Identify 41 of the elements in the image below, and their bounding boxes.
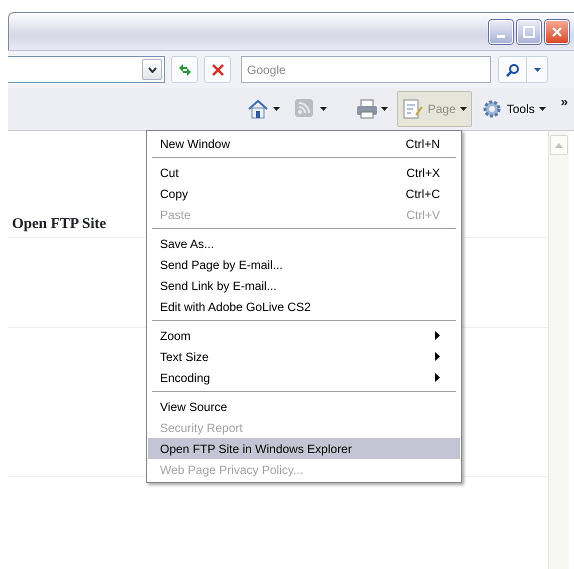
maximize-icon	[523, 26, 535, 38]
home-icon	[246, 98, 269, 120]
minimize-button[interactable]	[489, 20, 513, 44]
shortcut-text: Ctrl+V	[406, 206, 440, 224]
menu-item[interactable]: Send Link by E-mail...	[148, 275, 460, 296]
menu-item[interactable]: Text Size	[148, 346, 460, 367]
feed-icon	[294, 98, 316, 120]
menu-item[interactable]: Send Page by E-mail...	[148, 254, 460, 275]
caret-icon	[555, 142, 563, 148]
search-icon	[506, 62, 520, 76]
tools-menu-button[interactable]: Tools	[476, 91, 551, 127]
close-icon	[210, 62, 224, 76]
page-icon	[402, 98, 424, 120]
address-field[interactable]	[8, 56, 165, 83]
menu-item[interactable]: Edit with Adobe GoLive CS2	[148, 296, 460, 317]
search-field[interactable]: Google	[241, 56, 491, 83]
menu-item[interactable]: View Source	[148, 396, 460, 417]
refresh-button[interactable]	[171, 56, 198, 83]
menu-item[interactable]: Encoding	[148, 367, 460, 388]
menu-item[interactable]: Save As...	[148, 233, 460, 254]
menu-item[interactable]: New Window Ctrl+N	[148, 133, 460, 154]
printer-icon	[354, 98, 377, 120]
shortcut-text: Ctrl+N	[406, 136, 440, 152]
shortcut-text: Ctrl+X	[406, 164, 440, 182]
address-dropdown-button[interactable]	[142, 59, 162, 80]
menu-item[interactable]: Cut Ctrl+X	[148, 162, 460, 183]
minimize-icon	[497, 34, 505, 38]
close-button[interactable]	[545, 20, 569, 44]
gear-icon	[480, 98, 503, 120]
arrows-icon	[176, 62, 192, 76]
menu-item[interactable]: Copy Ctrl+C	[148, 183, 460, 204]
chevron-icon	[148, 66, 156, 72]
menu-item[interactable]: Zoom	[148, 325, 460, 346]
overflow-chevron[interactable]: »	[560, 92, 568, 112]
shortcut-text: Ctrl+C	[406, 186, 440, 202]
stop-button[interactable]	[204, 56, 231, 83]
close-icon	[551, 26, 563, 38]
maximize-button[interactable]	[517, 20, 541, 44]
menu-item[interactable]: Open FTP Site in Windows Explorer	[148, 438, 460, 459]
caret-icon	[534, 68, 540, 72]
page-heading: Open FTP Site	[12, 215, 106, 234]
